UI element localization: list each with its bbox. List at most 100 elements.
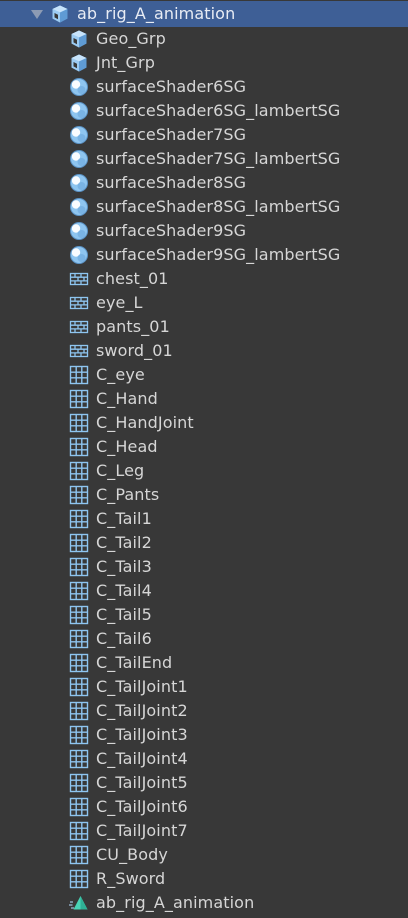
hierarchy-item[interactable]: C_TailJoint3 — [0, 723, 408, 747]
grid-mesh-icon — [69, 869, 89, 889]
hierarchy-item-label: C_Tail5 — [96, 605, 152, 624]
grid-mesh-icon — [69, 413, 89, 433]
material-sphere-icon — [69, 197, 89, 217]
grid-mesh-icon — [69, 629, 89, 649]
hierarchy-item[interactable]: R_Sword — [0, 867, 408, 891]
hierarchy-item[interactable]: C_HandJoint — [0, 411, 408, 435]
hierarchy-item[interactable]: C_TailJoint1 — [0, 675, 408, 699]
hierarchy-item[interactable]: surfaceShader7SG — [0, 123, 408, 147]
grid-mesh-icon — [69, 605, 89, 625]
hierarchy-item-label: R_Sword — [96, 869, 166, 888]
hierarchy-item[interactable]: C_Tail3 — [0, 555, 408, 579]
grid-mesh-icon — [69, 773, 89, 793]
grid-mesh-icon — [69, 845, 89, 865]
hierarchy-item[interactable]: C_TailJoint4 — [0, 747, 408, 771]
hierarchy-item-label: C_TailEnd — [96, 653, 173, 672]
grid-mesh-icon — [69, 677, 89, 697]
hierarchy-item-label: surfaceShader6SG — [96, 77, 247, 96]
hierarchy-item[interactable]: surfaceShader6SG — [0, 75, 408, 99]
hierarchy-item-label: Geo_Grp — [96, 29, 166, 48]
hierarchy-item[interactable]: C_Head — [0, 435, 408, 459]
hierarchy-item[interactable]: C_TailJoint2 — [0, 699, 408, 723]
hierarchy-item-label: C_Leg — [96, 461, 145, 480]
hierarchy-item-label: CU_Body — [96, 845, 168, 864]
hierarchy-item-label: C_TailJoint5 — [96, 773, 188, 792]
hierarchy-item-label: C_Head — [96, 437, 158, 456]
hierarchy-item-label: C_TailJoint2 — [96, 701, 188, 720]
hierarchy-item-label: surfaceShader9SG_lambertSG — [96, 245, 341, 264]
hierarchy-item[interactable]: eye_L — [0, 291, 408, 315]
hierarchy-item[interactable]: C_Tail1 — [0, 507, 408, 531]
hierarchy-item-label: C_TailJoint7 — [96, 821, 188, 840]
hierarchy-item[interactable]: surfaceShader8SG_lambertSG — [0, 195, 408, 219]
grid-mesh-icon — [69, 389, 89, 409]
hierarchy-item-label: surfaceShader9SG — [96, 221, 247, 240]
hierarchy-item[interactable]: C_TailJoint7 — [0, 819, 408, 843]
hierarchy-item[interactable]: C_eye — [0, 363, 408, 387]
hierarchy-item-label: C_eye — [96, 365, 145, 384]
material-sphere-icon — [69, 77, 89, 97]
hierarchy-item-label: surfaceShader8SG_lambertSG — [96, 197, 341, 216]
grid-mesh-icon — [69, 581, 89, 601]
hierarchy-item[interactable]: pants_01 — [0, 315, 408, 339]
hierarchy-item-label: sword_01 — [96, 341, 173, 360]
mesh-brick-icon — [69, 317, 89, 337]
grid-mesh-icon — [69, 437, 89, 457]
grid-mesh-icon — [69, 557, 89, 577]
hierarchy-item-label: Jnt_Grp — [96, 53, 155, 72]
hierarchy-item-label: C_TailJoint4 — [96, 749, 188, 768]
hierarchy-item-label: surfaceShader7SG — [96, 125, 247, 144]
grid-mesh-icon — [69, 797, 89, 817]
expand-arrow-icon[interactable] — [31, 10, 43, 19]
grid-mesh-icon — [69, 485, 89, 505]
hierarchy-item-label: pants_01 — [96, 317, 170, 336]
hierarchy-item[interactable]: C_Tail2 — [0, 531, 408, 555]
hierarchy-item-label: C_Tail6 — [96, 629, 152, 648]
hierarchy-item-label: surfaceShader8SG — [96, 173, 247, 192]
grid-mesh-icon — [69, 725, 89, 745]
material-sphere-icon — [69, 125, 89, 145]
mesh-brick-icon — [69, 293, 89, 313]
hierarchy-item[interactable]: sword_01 — [0, 339, 408, 363]
hierarchy-item-label: C_TailJoint6 — [96, 797, 188, 816]
hierarchy-item-label: C_Pants — [96, 485, 160, 504]
hierarchy-item[interactable]: ab_rig_A_animation — [0, 891, 408, 915]
hierarchy-item-label: C_Tail2 — [96, 533, 152, 552]
grid-mesh-icon — [69, 821, 89, 841]
material-sphere-icon — [69, 173, 89, 193]
mesh-brick-icon — [69, 269, 89, 289]
hierarchy-item[interactable]: C_Tail5 — [0, 603, 408, 627]
hierarchy-item[interactable]: C_TailEnd — [0, 651, 408, 675]
hierarchy-item[interactable]: C_TailJoint5 — [0, 771, 408, 795]
hierarchy-item[interactable]: C_Hand — [0, 387, 408, 411]
grid-mesh-icon — [69, 653, 89, 673]
hierarchy-item-label: eye_L — [96, 293, 143, 312]
hierarchy-item[interactable]: Jnt_Grp — [0, 51, 408, 75]
material-sphere-icon — [69, 245, 89, 265]
hierarchy-item[interactable]: C_TailJoint6 — [0, 795, 408, 819]
hierarchy-item-label: C_TailJoint1 — [96, 677, 188, 696]
hierarchy-item[interactable]: surfaceShader8SG — [0, 171, 408, 195]
hierarchy-item-label: surfaceShader7SG_lambertSG — [96, 149, 341, 168]
prefab-cube-icon — [69, 29, 89, 49]
hierarchy-item[interactable]: CU_Body — [0, 843, 408, 867]
mesh-brick-icon — [69, 341, 89, 361]
hierarchy-item[interactable]: C_Leg — [0, 459, 408, 483]
hierarchy-item[interactable]: surfaceShader6SG_lambertSG — [0, 99, 408, 123]
grid-mesh-icon — [69, 749, 89, 769]
hierarchy-item-label: surfaceShader6SG_lambertSG — [96, 101, 341, 120]
hierarchy-item[interactable]: surfaceShader7SG_lambertSG — [0, 147, 408, 171]
hierarchy-item-label: chest_01 — [96, 269, 169, 288]
animation-clip-icon — [69, 893, 89, 913]
hierarchy-item[interactable]: C_Tail6 — [0, 627, 408, 651]
hierarchy-item[interactable]: surfaceShader9SG — [0, 219, 408, 243]
hierarchy-item[interactable]: C_Pants — [0, 483, 408, 507]
grid-mesh-icon — [69, 461, 89, 481]
material-sphere-icon — [69, 221, 89, 241]
hierarchy-item-label: C_Tail1 — [96, 509, 152, 528]
hierarchy-item[interactable]: surfaceShader9SG_lambertSG — [0, 243, 408, 267]
hierarchy-item[interactable]: C_Tail4 — [0, 579, 408, 603]
hierarchy-item[interactable]: Geo_Grp — [0, 27, 408, 51]
hierarchy-item-root[interactable]: ab_rig_A_animation — [0, 1, 408, 27]
hierarchy-item[interactable]: chest_01 — [0, 267, 408, 291]
